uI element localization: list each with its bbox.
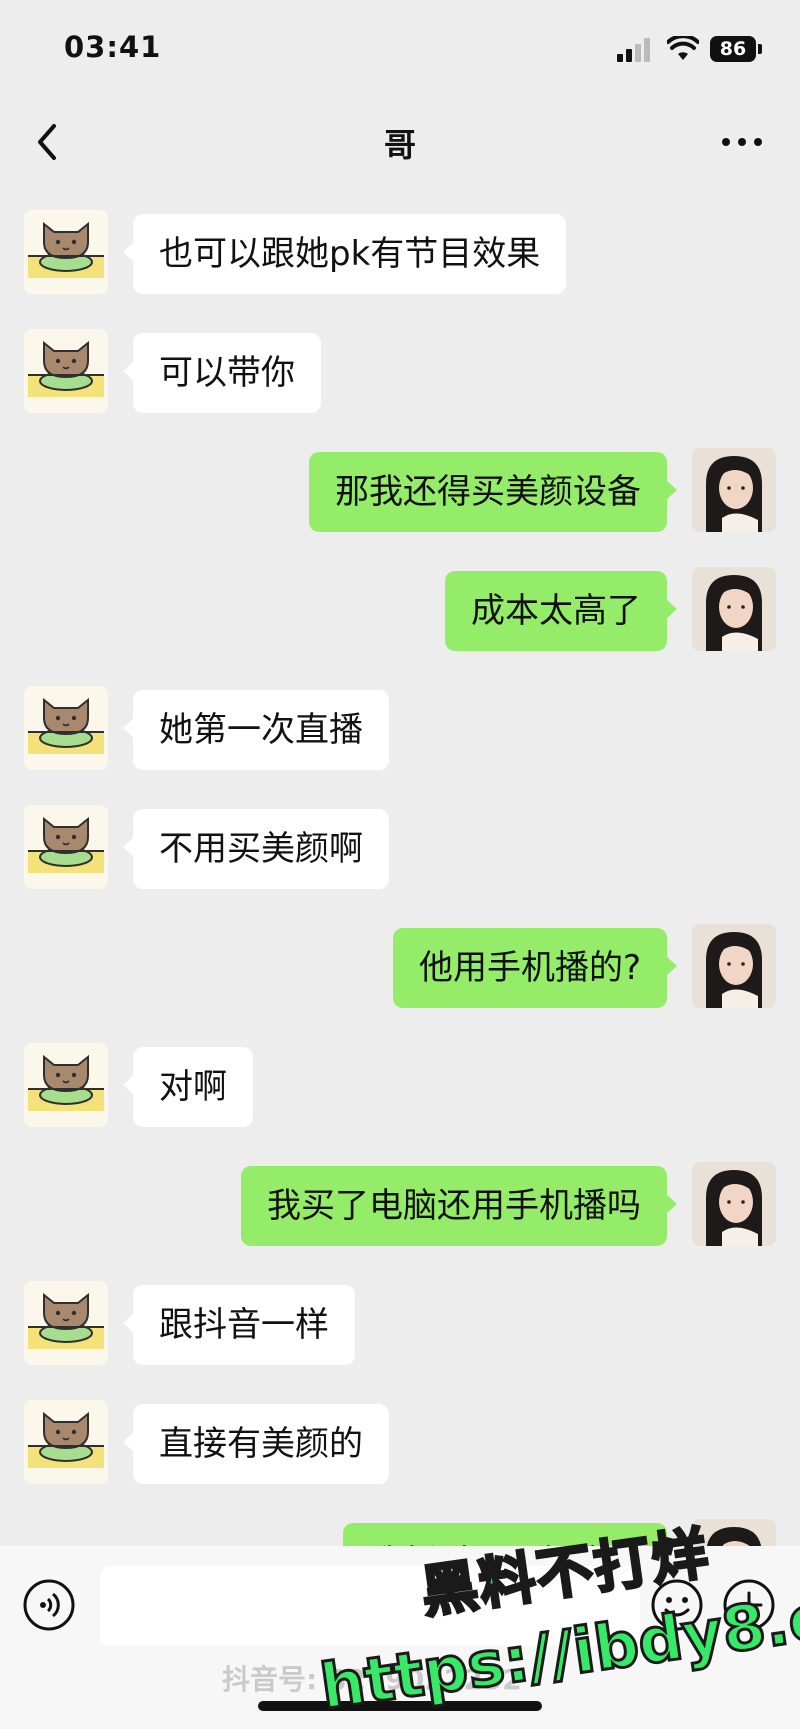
outgoing-message-bubble[interactable]: 他用手机播的? bbox=[392, 928, 678, 1008]
message-row: 他用手机播的? bbox=[0, 914, 800, 1010]
message-row: 对啊 bbox=[0, 1033, 800, 1129]
incoming-message-bubble[interactable]: 她第一次直播 bbox=[123, 690, 389, 770]
contact-avatar[interactable] bbox=[24, 1281, 108, 1365]
message-list[interactable]: 也可以跟她pk有节目效果 可以带你那我还得买美颜设备成本太高了 她第一次直播 不用买美… bbox=[0, 184, 800, 1546]
battery-icon: 86 bbox=[710, 36, 756, 62]
battery-tip bbox=[758, 44, 762, 54]
incoming-message-bubble[interactable]: 对啊 bbox=[123, 1047, 253, 1127]
outgoing-message-bubble[interactable]: 我买了电脑还用手机播吗 bbox=[241, 1166, 677, 1246]
status-time: 03:41 bbox=[64, 30, 162, 64]
message-row: 成本太高了 bbox=[0, 557, 800, 653]
outgoing-message-bubble[interactable]: 成本太高了 bbox=[445, 571, 677, 651]
incoming-message-bubble[interactable]: 可以带你 bbox=[123, 333, 321, 413]
message-row: 直接有美颜的 bbox=[0, 1390, 800, 1486]
incoming-message-bubble[interactable]: 不用买美颜啊 bbox=[123, 809, 389, 889]
incoming-message-bubble[interactable]: 跟抖音一样 bbox=[123, 1285, 355, 1365]
contact-avatar[interactable] bbox=[24, 210, 108, 294]
chat-title: 哥 bbox=[383, 126, 416, 164]
wifi-icon bbox=[667, 36, 699, 60]
message-row: 不用买美颜啊 bbox=[0, 795, 800, 891]
message-row: 她第一次直播 bbox=[0, 676, 800, 772]
status-bar: 03:41 86 bbox=[0, 0, 800, 100]
incoming-message-bubble[interactable]: 也可以跟她pk有节目效果 bbox=[122, 214, 567, 294]
contact-avatar[interactable] bbox=[24, 686, 108, 770]
nav-bar: 哥 bbox=[0, 100, 800, 184]
outgoing-message-bubble[interactable]: 那我还得买美颜设备 bbox=[309, 452, 677, 532]
message-row: 可以带你 bbox=[0, 319, 800, 415]
my-avatar[interactable] bbox=[692, 567, 776, 651]
incoming-message-bubble[interactable]: 直接有美颜的 bbox=[123, 1404, 389, 1484]
my-avatar[interactable] bbox=[692, 1162, 776, 1246]
more-icon[interactable] bbox=[718, 130, 766, 154]
contact-avatar[interactable] bbox=[24, 1400, 108, 1484]
message-row: 我买了电脑还用手机播吗 bbox=[0, 1152, 800, 1248]
my-avatar[interactable] bbox=[692, 924, 776, 1008]
contact-avatar[interactable] bbox=[24, 1043, 108, 1127]
message-row: 也可以跟她pk有节目效果 bbox=[0, 200, 800, 296]
message-row: 那我还得买美颜设备 bbox=[0, 438, 800, 534]
my-avatar[interactable] bbox=[692, 448, 776, 532]
message-row: 跟抖音一样 bbox=[0, 1271, 800, 1367]
contact-avatar[interactable] bbox=[24, 329, 108, 413]
voice-icon[interactable] bbox=[22, 1578, 76, 1632]
cellular-signal-icon bbox=[617, 38, 655, 62]
contact-avatar[interactable] bbox=[24, 805, 108, 889]
